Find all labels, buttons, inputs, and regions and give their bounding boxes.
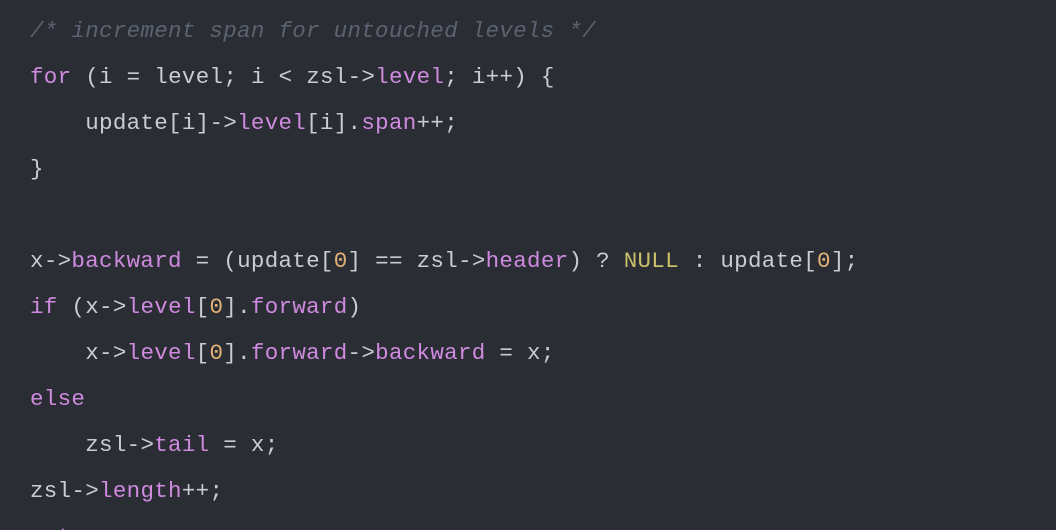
punct-lbr: [ [168,110,182,136]
op-inc: ++ [417,110,445,136]
mem-level: level [127,340,196,366]
id-zsl: zsl [306,64,347,90]
op-arrow: -> [348,340,376,366]
punct-semi: ; [444,64,458,90]
op-arrow: -> [127,432,155,458]
punct-lbrace: { [541,64,555,90]
mem-level: level [237,110,306,136]
id-x: x [527,340,541,366]
punct-rbr: ] [334,110,348,136]
num-zero: 0 [817,248,831,274]
id-level: level [154,64,223,90]
id-update: update [720,248,803,274]
op-arrow: -> [458,248,486,274]
punct-semi: ; [209,478,223,504]
punct-semi: ; [444,110,458,136]
punct-lbr: [ [196,340,210,366]
punct-rparen: ) [513,64,527,90]
op-colon: : [693,248,707,274]
op-lt: < [279,64,293,90]
op-assign: = [196,248,210,274]
punct-lbr: [ [306,110,320,136]
num-zero: 0 [209,340,223,366]
id-i: i [251,64,265,90]
mem-length: length [99,478,182,504]
code-comment: /* increment span for untouched levels *… [30,18,596,44]
op-assign: = [127,64,141,90]
id-update: update [237,248,320,274]
id-i: i [472,64,486,90]
op-dot: . [237,340,251,366]
punct-semi: ; [223,64,237,90]
kw-return: return [30,524,113,530]
punct-lparen: ( [71,294,85,320]
punct-rparen: ) [568,248,582,274]
code-block: /* increment span for untouched levels *… [0,0,1056,530]
op-arrow: -> [99,294,127,320]
punct-lbr: [ [320,248,334,274]
op-dot: . [348,110,362,136]
op-eq: == [375,248,403,274]
mem-header: header [486,248,569,274]
punct-semi: ; [265,432,279,458]
punct-semi: ; [845,248,859,274]
punct-semi: ; [140,524,154,530]
op-arrow: -> [348,64,376,90]
id-x: x [251,432,265,458]
id-x: x [127,524,141,530]
op-dot: . [237,294,251,320]
punct-rbrace: } [30,156,44,182]
punct-lparen: ( [85,64,99,90]
punct-rbr: ] [831,248,845,274]
punct-lbr: [ [196,294,210,320]
kw-for: for [30,64,71,90]
punct-rbr: ] [223,340,237,366]
null-literal: NULL [624,248,679,274]
mem-span: span [361,110,416,136]
id-i: i [320,110,334,136]
mem-tail: tail [154,432,209,458]
op-assign: = [499,340,513,366]
mem-backward: backward [71,248,181,274]
punct-rbr: ] [348,248,362,274]
punct-semi: ; [541,340,555,366]
id-zsl: zsl [417,248,458,274]
id-x: x [85,340,99,366]
kw-else: else [30,386,85,412]
mem-forward: forward [251,340,348,366]
punct-rbr: ] [196,110,210,136]
mem-backward: backward [375,340,485,366]
id-zsl: zsl [85,432,126,458]
punct-rbr: ] [223,294,237,320]
id-update: update [85,110,168,136]
mem-level: level [127,294,196,320]
punct-lbr: [ [803,248,817,274]
punct-rparen: ) [348,294,362,320]
num-zero: 0 [209,294,223,320]
op-arrow: -> [71,478,99,504]
op-arrow: -> [99,340,127,366]
op-assign: = [223,432,237,458]
mem-forward: forward [251,294,348,320]
num-zero: 0 [334,248,348,274]
op-arrow: -> [44,248,72,274]
id-x: x [85,294,99,320]
id-i: i [182,110,196,136]
op-arrow: -> [209,110,237,136]
id-i: i [99,64,113,90]
op-q: ? [596,248,610,274]
kw-if: if [30,294,58,320]
op-inc: ++ [486,64,514,90]
op-inc: ++ [182,478,210,504]
id-zsl: zsl [30,478,71,504]
mem-level: level [375,64,444,90]
punct-lparen: ( [223,248,237,274]
id-x: x [30,248,44,274]
